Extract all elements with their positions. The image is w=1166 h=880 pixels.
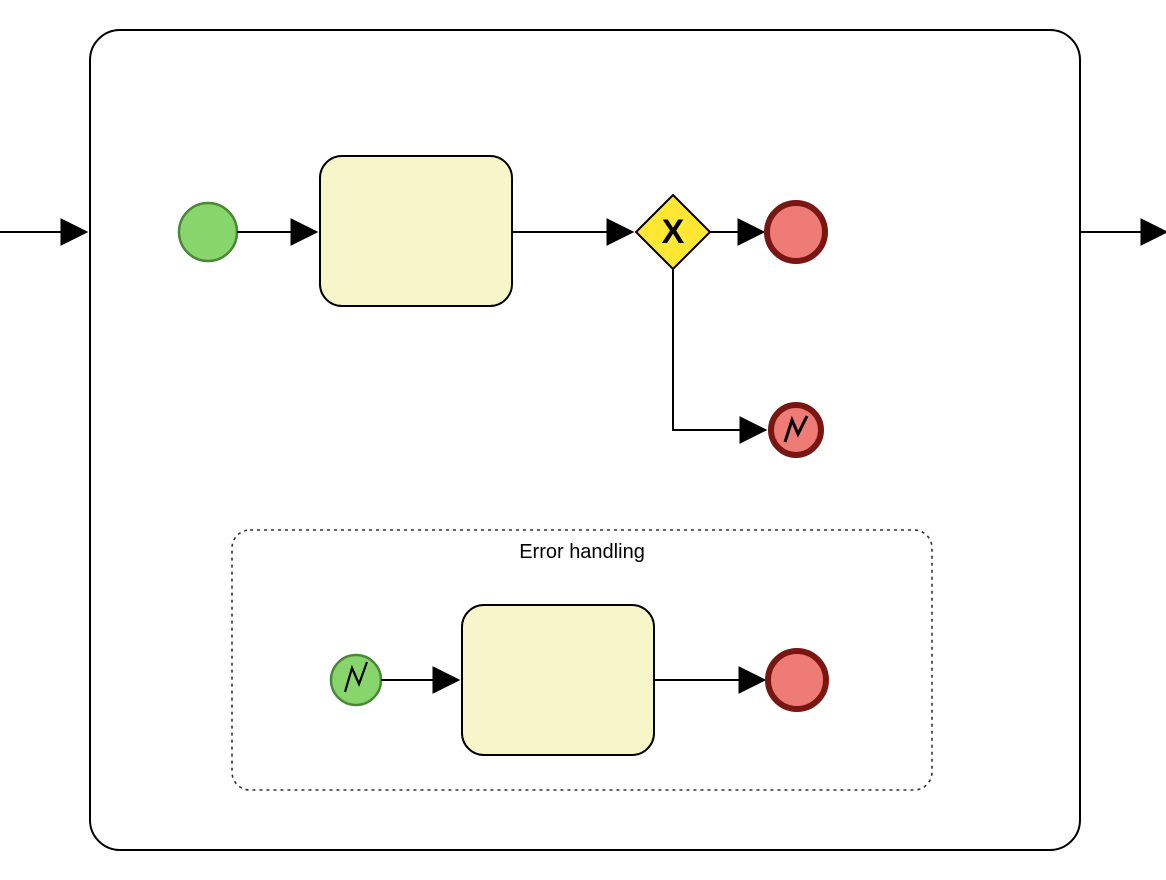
error-start-event[interactable]: [331, 655, 381, 705]
subprocess-end-event[interactable]: [768, 651, 826, 709]
edge-gateway-to-error: [673, 269, 765, 430]
error-end-event[interactable]: [771, 405, 821, 455]
task-activity[interactable]: [320, 156, 512, 306]
exclusive-gateway[interactable]: X: [636, 195, 710, 269]
bpmn-diagram: X Error handling: [0, 0, 1166, 880]
event-subprocess-label: Error handling: [519, 541, 645, 563]
end-event[interactable]: [767, 203, 825, 261]
gateway-marker: X: [662, 213, 685, 251]
start-event[interactable]: [179, 203, 237, 261]
subprocess-task[interactable]: [462, 605, 654, 755]
